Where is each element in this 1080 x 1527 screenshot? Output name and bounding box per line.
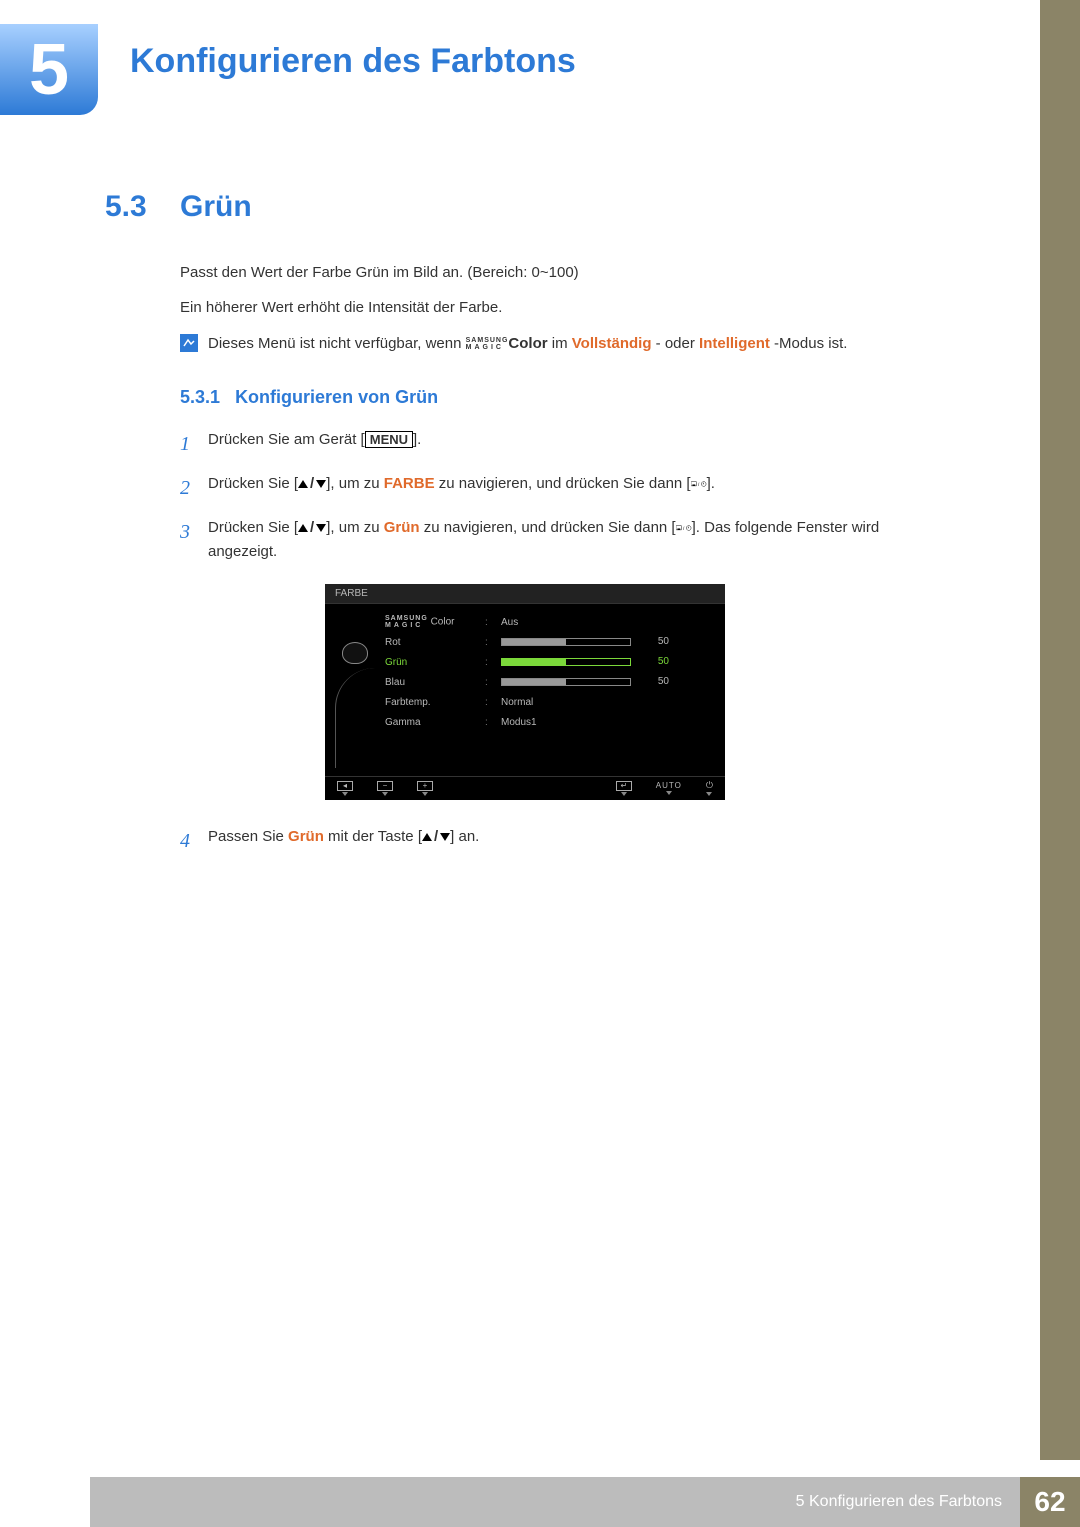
steps-list-cont: 4 Passen Sie Grün mit der Taste [/] an. (180, 825, 945, 857)
chapter-number-tab: 5 (0, 22, 100, 117)
subsection-title: Konfigurieren von Grün (235, 387, 438, 407)
target-gruen: Grün (384, 519, 420, 536)
step-4: 4 Passen Sie Grün mit der Taste [/] an. (180, 825, 945, 857)
footer-chapter-label: 5 Konfigurieren des Farbtons (90, 1477, 1020, 1527)
menu-button-label: MENU (365, 431, 413, 448)
samsung-magic-label: SAMSUNG MAGIC (385, 615, 428, 629)
step-body: Passen Sie Grün mit der Taste [/] an. (208, 825, 945, 857)
step-3: 3 Drücken Sie [/], um zu Grün zu navigie… (180, 516, 945, 564)
step-2: 2 Drücken Sie [/], um zu FARBE zu navigi… (180, 472, 945, 504)
note-icon (180, 334, 198, 352)
steps-list: 1 Drücken Sie am Gerät [MENU]. 2 Drücken… (180, 428, 945, 564)
osd-panel: FARBE SAMSUNG MAGIC Color : (325, 584, 725, 800)
page-content: 5.3 Grün Passt den Wert der Farbe Grün i… (105, 190, 945, 869)
osd-row-magic-color: SAMSUNG MAGIC Color : Aus (385, 612, 713, 632)
osd-power-icon: ⏻ (706, 780, 713, 796)
side-accent-bar (1040, 0, 1080, 1460)
osd-minus-icon: − (377, 781, 393, 796)
osd-auto-label: AUTO (656, 781, 682, 795)
osd-title: FARBE (325, 584, 725, 604)
section-heading: 5.3 Grün (105, 190, 945, 224)
slider-gruen (501, 658, 631, 666)
slider-rot (501, 638, 631, 646)
select-enter-icon: / (676, 522, 692, 534)
section-title: Grün (180, 190, 252, 224)
step-body: Drücken Sie [/], um zu FARBE zu navigier… (208, 472, 945, 504)
intro-line-1: Passt den Wert der Farbe Grün im Bild an… (180, 264, 945, 281)
step-body: Drücken Sie am Gerät [MENU]. (208, 428, 945, 460)
samsung-magic-label: SAMSUNG MAGIC (466, 337, 509, 351)
svg-text:/: / (698, 482, 700, 487)
step-body: Drücken Sie [/], um zu Grün zu navigiere… (208, 516, 945, 564)
up-down-keys-icon: / (298, 472, 326, 496)
osd-row-blau: Blau : 50 (385, 672, 713, 692)
slider-blau (501, 678, 631, 686)
palette-icon (342, 642, 368, 664)
up-down-keys-icon: / (298, 516, 326, 540)
note-pre: Dieses Menü ist nicht verfügbar, wenn (208, 335, 466, 352)
osd-back-icon: ◂ (337, 781, 353, 796)
intro-line-2: Ein höherer Wert erhöht die Intensität d… (180, 299, 945, 316)
target-farbe: FARBE (384, 475, 435, 492)
note-mode-intelligent: Intelligent (699, 335, 770, 352)
osd-row-gamma: Gamma : Modus1 (385, 712, 713, 732)
section-number: 5.3 (105, 190, 180, 224)
note-text: Dieses Menü ist nicht verfügbar, wenn SA… (208, 335, 847, 352)
subsection-number: 5.3.1 (180, 387, 220, 407)
svg-text:/: / (683, 526, 685, 531)
subsection-heading: 5.3.1 Konfigurieren von Grün (180, 387, 945, 408)
select-enter-icon: / (691, 478, 707, 490)
chapter-header: 5 Konfigurieren des Farbtons (0, 22, 576, 117)
footer-page-number: 62 (1020, 1477, 1080, 1527)
intro-block: Passt den Wert der Farbe Grün im Bild an… (105, 264, 945, 316)
chapter-title: Konfigurieren des Farbtons (130, 42, 576, 81)
osd-row-gruen: Grün : 50 (385, 652, 713, 672)
osd-footer: ◂ − + ↵ AUTO ⏻ (325, 776, 725, 796)
step-number: 1 (180, 428, 208, 460)
note-row: Dieses Menü ist nicht verfügbar, wenn SA… (180, 334, 945, 352)
note-mode-vollstaendig: Vollständig (572, 335, 652, 352)
osd-plus-icon: + (417, 781, 433, 796)
step-number: 2 (180, 472, 208, 504)
curve-decor (335, 668, 375, 768)
osd-screenshot: FARBE SAMSUNG MAGIC Color : (105, 584, 945, 800)
osd-row-rot: Rot : 50 (385, 632, 713, 652)
osd-value-magic: Aus (501, 617, 713, 628)
osd-enter-icon: ↵ (616, 781, 632, 796)
step-number: 4 (180, 825, 208, 857)
step-number: 3 (180, 516, 208, 564)
note-color-word: Color (508, 335, 547, 352)
up-down-keys-icon: / (422, 825, 450, 849)
target-gruen: Grün (288, 828, 324, 845)
step-1: 1 Drücken Sie am Gerät [MENU]. (180, 428, 945, 460)
page-footer: 5 Konfigurieren des Farbtons 62 (0, 1477, 1080, 1527)
osd-left-decor (325, 612, 385, 768)
osd-row-farbtemp: Farbtemp. : Normal (385, 692, 713, 712)
